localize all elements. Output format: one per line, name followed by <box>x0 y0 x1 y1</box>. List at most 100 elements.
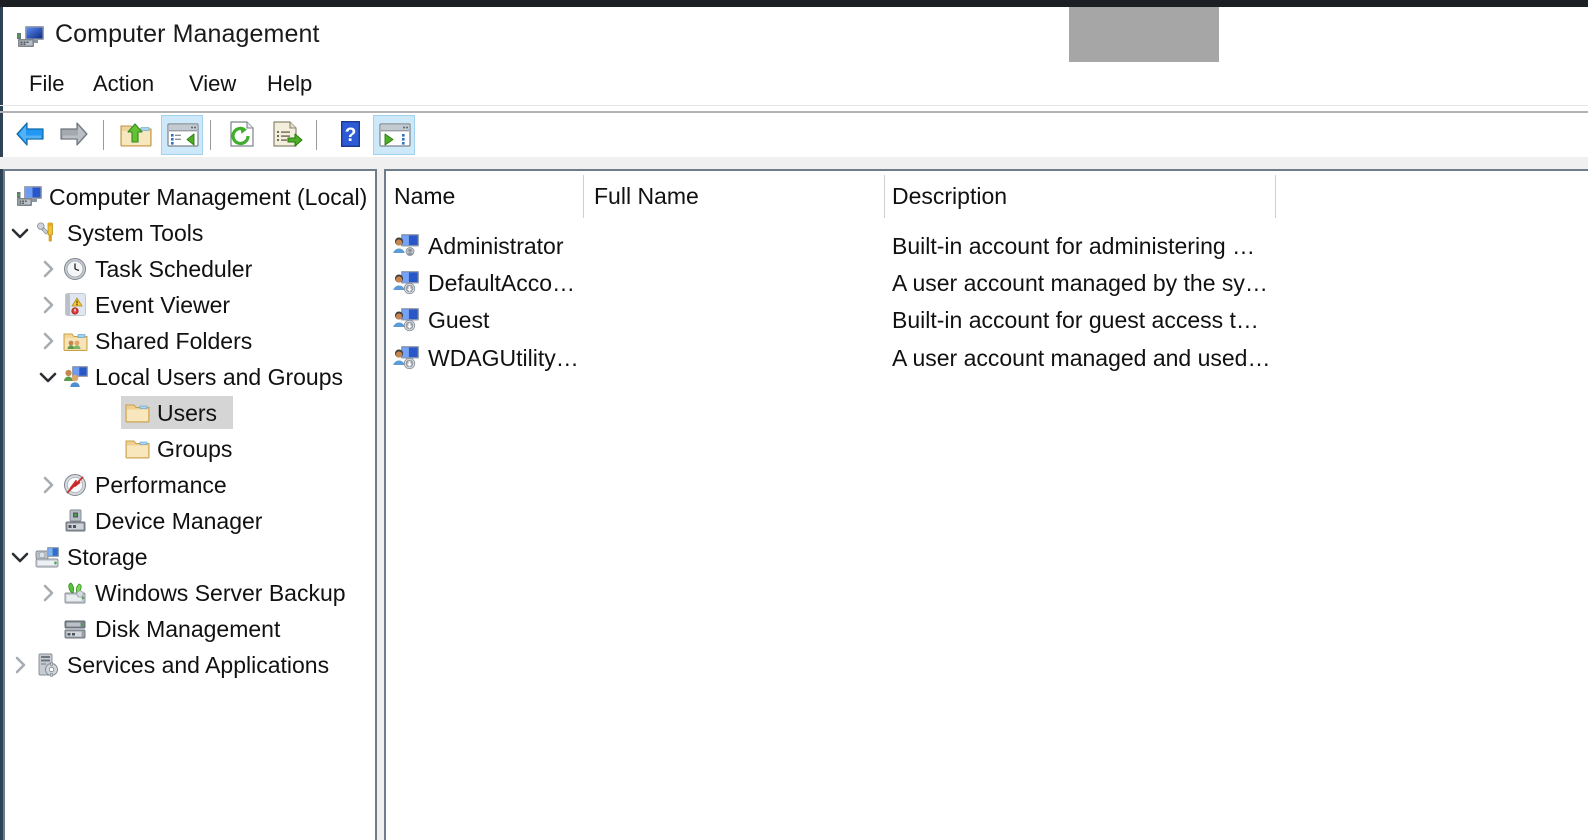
panel-splitter[interactable] <box>377 169 384 840</box>
toolbar-bottom-strip <box>0 157 1588 169</box>
menu-bar-separator <box>0 105 1588 106</box>
toolbar-separator-1 <box>210 120 211 150</box>
user-account-icon <box>392 233 420 260</box>
user-description-cell: A user account managed by the sy… <box>892 268 1268 298</box>
menu-item-view[interactable]: View <box>179 68 246 100</box>
tree-item-groups[interactable]: Groups <box>5 431 375 467</box>
up-one-level-button[interactable] <box>115 115 157 155</box>
tree-item-label: Computer Management (Local) <box>49 183 367 211</box>
console-tree-icon <box>166 121 200 154</box>
list-column-header: Name Full Name Description <box>386 171 1588 219</box>
storage-icon <box>35 545 61 569</box>
tree-item-label: Users <box>157 399 217 427</box>
tree-item-label: Performance <box>95 471 227 499</box>
user-name-cell: Guest <box>428 305 489 335</box>
tree-item-storage[interactable]: Storage <box>5 539 375 575</box>
menu-item-action[interactable]: Action <box>83 68 164 100</box>
chevron-right-icon[interactable] <box>37 474 59 496</box>
tree-item-label: Storage <box>67 543 148 571</box>
back-button[interactable] <box>9 115 51 155</box>
tree-item-performance[interactable]: Performance <box>5 467 375 503</box>
tree-item-label: Task Scheduler <box>95 255 252 283</box>
title-bar: Computer Management <box>3 7 1588 62</box>
tree-item-windows-server-backup[interactable]: Windows Server Backup <box>5 575 375 611</box>
column-resize-handle-2[interactable] <box>1275 175 1276 219</box>
export-list-icon <box>269 120 303 153</box>
chevron-down-icon[interactable] <box>9 222 31 244</box>
tree-item-computer-management-local[interactable]: Computer Management (Local) <box>5 179 375 215</box>
column-resize-handle-1[interactable] <box>884 175 885 219</box>
chevron-right-icon[interactable] <box>37 258 59 280</box>
tree-item-label: Shared Folders <box>95 327 252 355</box>
chevron-right-icon[interactable] <box>37 330 59 352</box>
refresh-button[interactable] <box>221 115 263 155</box>
tree-item-label: Device Manager <box>95 507 262 535</box>
user-description-cell: Built-in account for administering … <box>892 231 1255 261</box>
forward-button[interactable] <box>53 115 95 155</box>
table-row[interactable]: WDAGUtility… A user account managed and u… <box>386 340 1588 377</box>
chevron-right-icon[interactable] <box>9 654 31 676</box>
chevron-right-icon[interactable] <box>37 582 59 604</box>
refresh-page-icon <box>225 120 259 153</box>
tree-item-device-manager[interactable]: Device Manager <box>5 503 375 539</box>
table-row[interactable]: Administrator Built-in account for admini… <box>386 228 1588 265</box>
back-arrow-icon <box>13 120 47 153</box>
help-question-icon: ? <box>333 120 367 153</box>
computer-icon <box>17 185 43 209</box>
users-list-panel[interactable]: Name Full Name Description Administrator Bu… <box>384 169 1588 840</box>
folder-icon <box>125 437 151 461</box>
user-name-cell: WDAGUtility… <box>428 343 579 373</box>
users-groups-icon <box>63 365 89 389</box>
export-list-button[interactable] <box>265 115 307 155</box>
tree-item-label: Local Users and Groups <box>95 363 343 391</box>
help-button[interactable]: ? <box>329 115 371 155</box>
tree-item-label: Services and Applications <box>67 651 329 679</box>
table-row[interactable]: Guest Built-in account for guest access t… <box>386 302 1588 339</box>
user-description-cell: Built-in account for guest access t… <box>892 305 1259 335</box>
services-applications-icon <box>35 653 61 677</box>
user-account-disabled-icon <box>392 307 420 334</box>
toolbar: ? <box>3 113 1588 157</box>
tree-item-label: System Tools <box>67 219 203 247</box>
tree-item-users[interactable]: Users <box>5 395 375 431</box>
tree-item-label: Event Viewer <box>95 291 230 319</box>
computer-management-window: Computer Management File Action View Help ?… <box>0 0 1588 840</box>
chevron-down-icon[interactable] <box>9 546 31 568</box>
folder-icon <box>125 401 151 425</box>
column-header-name[interactable]: Name <box>394 183 455 210</box>
window-top-strip <box>0 0 1588 7</box>
tree-item-label: Disk Management <box>95 615 280 643</box>
tree-item-label: Windows Server Backup <box>95 579 346 607</box>
menu-item-file[interactable]: File <box>19 68 74 100</box>
console-tree-panel[interactable]: Computer Management (Local) System Tools T… <box>3 169 377 840</box>
event-log-icon <box>63 293 89 317</box>
tree-item-event-viewer[interactable]: Event Viewer <box>5 287 375 323</box>
clock-icon <box>63 257 89 281</box>
folder-up-icon <box>119 120 153 153</box>
window-title: Computer Management <box>55 20 320 49</box>
show-hide-console-tree-button[interactable] <box>161 115 203 155</box>
tree-item-task-scheduler[interactable]: Task Scheduler <box>5 251 375 287</box>
shared-folder-icon <box>63 329 89 353</box>
tree-item-local-users-and-groups[interactable]: Local Users and Groups <box>5 359 375 395</box>
tree-item-disk-management[interactable]: Disk Management <box>5 611 375 647</box>
chevron-right-icon[interactable] <box>37 294 59 316</box>
performance-gauge-icon <box>63 473 89 497</box>
tree-item-shared-folders[interactable]: Shared Folders <box>5 323 375 359</box>
column-header-description[interactable]: Description <box>892 183 1007 210</box>
user-account-disabled-icon <box>392 345 420 372</box>
menu-item-help[interactable]: Help <box>257 68 322 100</box>
table-row[interactable]: DefaultAcco… A user account managed by th… <box>386 265 1588 302</box>
user-name-cell: Administrator <box>428 231 563 261</box>
user-description-cell: A user account managed and used… <box>892 343 1270 373</box>
tree-item-services-and-applications[interactable]: Services and Applications <box>5 647 375 683</box>
tree-item-system-tools[interactable]: System Tools <box>5 215 375 251</box>
server-backup-icon <box>63 581 89 605</box>
column-resize-handle-0[interactable] <box>583 175 584 219</box>
svg-text:?: ? <box>345 125 357 146</box>
user-name-cell: DefaultAcco… <box>428 268 575 298</box>
show-hide-action-pane-button[interactable] <box>373 115 415 155</box>
device-manager-icon <box>63 509 89 533</box>
column-header-full-name[interactable]: Full Name <box>594 183 699 210</box>
chevron-down-icon[interactable] <box>37 366 59 388</box>
